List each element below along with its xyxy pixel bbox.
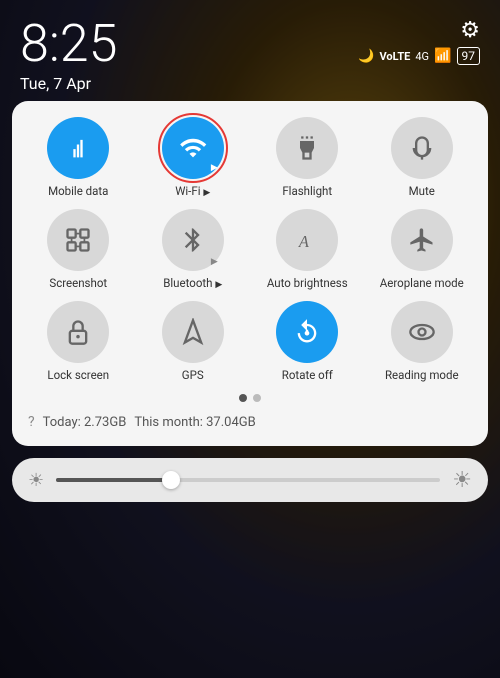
brightness-bar[interactable]: ☀ ☀: [12, 458, 488, 502]
rotate-off-label: Rotate off: [282, 369, 333, 383]
tile-wifi[interactable]: ▶ Wi-Fi ▶: [139, 117, 248, 199]
volte-icon: VoLTE: [379, 50, 410, 63]
data-today: Today: 2.73GB: [43, 415, 127, 430]
wifi-icon: [179, 134, 207, 162]
tile-mobile-data[interactable]: Mobile data: [24, 117, 133, 199]
mobile-data-icon: [64, 134, 92, 162]
page-dots: [24, 394, 476, 402]
gps-icon: [179, 318, 207, 346]
date: Tue, 7 Apr: [20, 74, 117, 93]
tile-auto-brightness[interactable]: A Auto brightness: [253, 209, 362, 291]
brightness-low-icon: ☀: [28, 470, 44, 491]
flashlight-icon-wrapper: [276, 117, 338, 179]
dot-1: [239, 394, 247, 402]
gps-icon-wrapper: [162, 301, 224, 363]
rotate-off-icon-wrapper: [276, 301, 338, 363]
reading-mode-icon-wrapper: [391, 301, 453, 363]
data-usage-row: ? Today: 2.73GB This month: 37.04GB: [24, 412, 476, 432]
auto-brightness-label: Auto brightness: [267, 277, 348, 291]
auto-brightness-icon-wrapper: A: [276, 209, 338, 271]
dot-2: [253, 394, 261, 402]
status-right: ⚙ 🌙 VoLTE 4G 📶 97: [358, 18, 480, 65]
wifi-icon-wrapper: ▶: [162, 117, 224, 179]
reading-mode-label: Reading mode: [385, 369, 459, 383]
brightness-fill: [56, 478, 171, 482]
aeroplane-icon-wrapper: [391, 209, 453, 271]
tile-bluetooth[interactable]: ▶ Bluetooth ▶: [139, 209, 248, 291]
tile-rotate-off[interactable]: Rotate off: [253, 301, 362, 383]
mobile-data-label: Mobile data: [48, 185, 108, 199]
rotate-off-icon: [293, 318, 321, 346]
reading-mode-icon: [408, 318, 436, 346]
screenshot-icon-wrapper: [47, 209, 109, 271]
lock-screen-icon: [64, 318, 92, 346]
tile-gps[interactable]: GPS: [139, 301, 248, 383]
gps-label: GPS: [182, 369, 204, 383]
mute-icon-wrapper: [391, 117, 453, 179]
screenshot-label: Screenshot: [49, 277, 107, 291]
mute-icon: [408, 134, 436, 162]
bluetooth-icon-wrapper: ▶: [162, 209, 224, 271]
brightness-track[interactable]: [56, 478, 440, 482]
lock-screen-icon-wrapper: [47, 301, 109, 363]
bt-badge: ▶: [211, 257, 218, 267]
mobile-data-icon-wrapper: [47, 117, 109, 179]
tile-aeroplane[interactable]: Aeroplane mode: [368, 209, 477, 291]
tile-screenshot[interactable]: Screenshot: [24, 209, 133, 291]
tile-reading-mode[interactable]: Reading mode: [368, 301, 477, 383]
tiles-grid: Mobile data ▶ Wi-Fi ▶ Flashlight: [24, 117, 476, 382]
brightness-thumb[interactable]: [162, 471, 180, 489]
tile-lock-screen[interactable]: Lock screen: [24, 301, 133, 383]
battery-icon: 97: [457, 47, 481, 65]
bluetooth-icon: [179, 226, 207, 254]
status-icons: 🌙 VoLTE 4G 📶 97: [358, 47, 480, 65]
quick-panel: Mobile data ▶ Wi-Fi ▶ Flashlight: [12, 101, 488, 446]
data-usage-icon: ?: [28, 414, 35, 430]
data-month: This month: 37.04GB: [134, 415, 255, 430]
flashlight-icon: [293, 134, 321, 162]
wifi-label: Wi-Fi ▶: [175, 185, 210, 199]
mute-label: Mute: [409, 185, 435, 199]
flashlight-label: Flashlight: [282, 185, 332, 199]
signal-icon: 📶: [434, 48, 451, 64]
moon-icon: 🌙: [358, 49, 374, 64]
wifi-badge: ▶: [211, 163, 218, 173]
status-bar: 8:25 Tue, 7 Apr ⚙ 🌙 VoLTE 4G 📶 97: [0, 0, 500, 101]
aeroplane-icon: [408, 226, 436, 254]
brightness-high-icon: ☀: [452, 468, 472, 493]
time-date: 8:25 Tue, 7 Apr: [20, 18, 117, 93]
svg-text:A: A: [298, 232, 310, 251]
clock: 8:25: [20, 18, 117, 70]
bluetooth-label: Bluetooth ▶: [163, 277, 222, 291]
lock-screen-label: Lock screen: [47, 369, 109, 383]
tile-flashlight[interactable]: Flashlight: [253, 117, 362, 199]
screenshot-icon: [64, 226, 92, 254]
auto-brightness-icon: A: [293, 226, 321, 254]
aeroplane-label: Aeroplane mode: [380, 277, 464, 291]
tile-mute[interactable]: Mute: [368, 117, 477, 199]
4g-icon: 4G: [415, 50, 429, 63]
gear-icon[interactable]: ⚙: [460, 18, 480, 43]
